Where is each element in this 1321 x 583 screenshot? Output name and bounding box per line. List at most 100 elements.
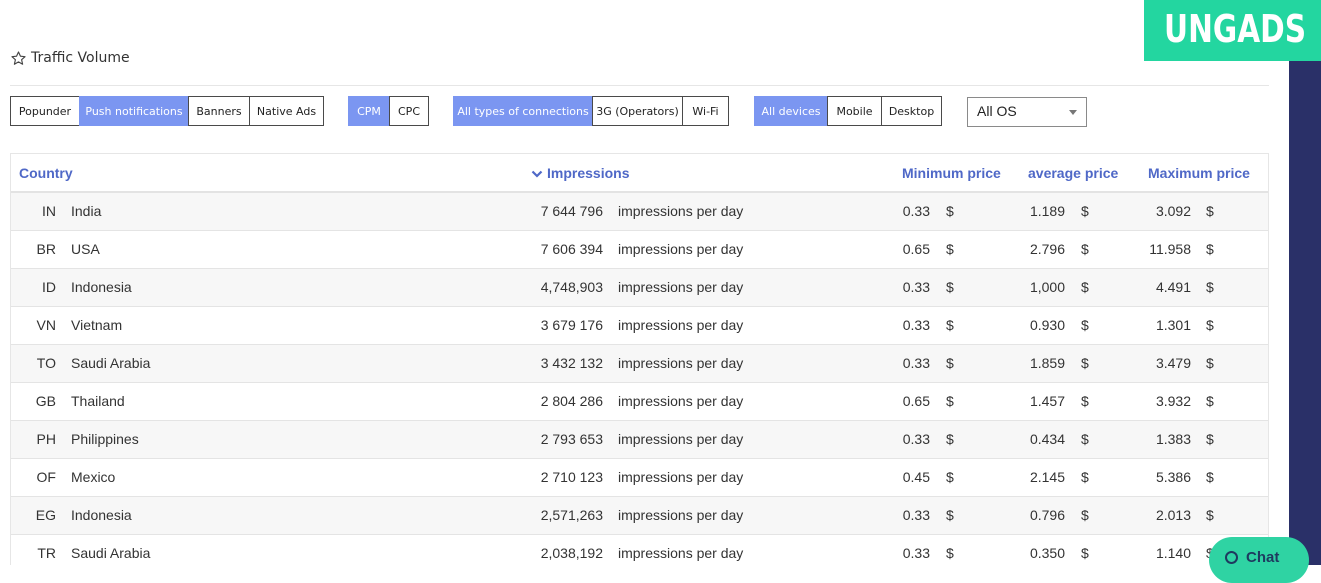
table-body: IN India 7 644 796 impressions per day 0.33 $… — [11, 193, 1268, 565]
avg-price: 0.796 — [1029, 507, 1065, 523]
min-price-currency: $ — [946, 355, 954, 371]
min-price: 0.33 — [902, 431, 930, 447]
filter-push-notifications-button[interactable]: Push notifications — [79, 96, 189, 126]
country-code: PH — [36, 431, 56, 447]
min-price-currency: $ — [946, 241, 954, 257]
country-name: Saudi Arabia — [71, 355, 151, 371]
impressions-unit: impressions per day — [618, 545, 744, 561]
table-header: Country Impressions Minimum price averag… — [11, 154, 1268, 193]
impressions-unit: impressions per day — [618, 317, 744, 333]
filter-cpm-button[interactable]: CPM — [348, 96, 390, 126]
column-header-country[interactable]: Country — [19, 165, 73, 181]
max-price: 11.958 — [1149, 241, 1191, 257]
filter-desktop-button[interactable]: Desktop — [881, 96, 942, 126]
column-header-max-price[interactable]: Maximum price — [1148, 165, 1250, 181]
avg-price-currency: $ — [1081, 393, 1089, 409]
avg-price-currency: $ — [1081, 355, 1089, 371]
filter-all-devices-button[interactable]: All devices — [754, 96, 828, 126]
table-row[interactable]: TO Saudi Arabia 3 432 132 impressions per d… — [11, 345, 1268, 383]
impressions-value: 2 793 653 — [540, 431, 603, 447]
table-row[interactable]: BR USA 7 606 394 impressions per day 0.65 $2.… — [11, 231, 1268, 269]
max-price-currency: $ — [1206, 507, 1214, 523]
country-code: TO — [36, 355, 56, 371]
min-price-currency: $ — [946, 507, 954, 523]
country-code: VN — [36, 317, 56, 333]
avg-price-currency: $ — [1081, 545, 1089, 561]
page-title-text: Traffic Volume — [31, 50, 130, 66]
os-select[interactable]: All OS — [967, 97, 1087, 127]
min-price: 0.33 — [902, 317, 930, 333]
impressions-value: 2,571,263 — [540, 507, 603, 523]
table-row[interactable]: TR Saudi Arabia 2,038,192 impressions per d… — [11, 535, 1268, 565]
max-price-currency: $ — [1206, 279, 1214, 295]
max-price-currency: $ — [1206, 355, 1214, 371]
avg-price: 0.350 — [1029, 545, 1065, 561]
filter-mobile-button[interactable]: Mobile — [827, 96, 882, 126]
max-price: 2.013 — [1155, 507, 1191, 523]
impressions-unit: impressions per day — [618, 507, 744, 523]
avg-price: 1.457 — [1029, 393, 1065, 409]
column-header-avg-price[interactable]: average price — [1028, 165, 1118, 181]
table-row[interactable]: PH Philippines 2 793 653 impressions per da… — [11, 421, 1268, 459]
max-price-currency: $ — [1206, 317, 1214, 333]
min-price-currency: $ — [946, 317, 954, 333]
column-header-min-price[interactable]: Minimum price — [902, 165, 1001, 181]
table-row[interactable]: IN India 7 644 796 impressions per day 0.33 $… — [11, 193, 1268, 231]
table-row[interactable]: GB Thailand 2 804 286 impressions per day 0.… — [11, 383, 1268, 421]
max-price: 3.092 — [1155, 203, 1191, 219]
impressions-value: 3 679 176 — [540, 317, 603, 333]
avg-price-currency: $ — [1081, 431, 1089, 447]
impressions-value: 4,748,903 — [540, 279, 603, 295]
chat-bubble-icon — [1225, 551, 1238, 564]
country-name: Philippines — [71, 431, 139, 447]
country-code: BR — [36, 241, 56, 257]
filter-wifi-button[interactable]: Wi-Fi — [682, 96, 729, 126]
avg-price: 0.930 — [1029, 317, 1065, 333]
avg-price: 0.434 — [1029, 431, 1065, 447]
star-outline-icon[interactable] — [10, 50, 27, 67]
country-code: TR — [37, 545, 56, 561]
column-header-impressions-label: Impressions — [547, 165, 630, 181]
impressions-value: 3 432 132 — [540, 355, 603, 371]
ad-format-toggle: Popunder Push notifications Banners Nati… — [10, 96, 324, 126]
country-name: Saudi Arabia — [71, 545, 151, 561]
ungads-logo[interactable]: UNGADS — [1144, 0, 1321, 61]
caret-down-icon — [1069, 110, 1077, 115]
avg-price-currency: $ — [1081, 241, 1089, 257]
chevron-down-icon — [531, 171, 543, 178]
connection-type-toggle: All types of connections 3G (Operators) … — [453, 96, 729, 126]
min-price-currency: $ — [946, 545, 954, 561]
table-row[interactable]: OF Mexico 2 710 123 impressions per day 0.45… — [11, 459, 1268, 497]
column-header-impressions[interactable]: Impressions — [531, 165, 629, 181]
filter-native-ads-button[interactable]: Native Ads — [249, 96, 324, 126]
filter-popunder-button[interactable]: Popunder — [10, 96, 80, 126]
impressions-unit: impressions per day — [618, 279, 744, 295]
filter-3g-operators-button[interactable]: 3G (Operators) — [592, 96, 683, 126]
table-row[interactable]: VN Vietnam 3 679 176 impressions per day 0.3… — [11, 307, 1268, 345]
max-price-currency: $ — [1206, 469, 1214, 485]
min-price: 0.65 — [902, 241, 930, 257]
max-price: 1.301 — [1155, 317, 1191, 333]
table-row[interactable]: ID Indonesia 4,748,903 impressions per day 0… — [11, 269, 1268, 307]
filter-cpc-button[interactable]: CPC — [389, 96, 429, 126]
min-price: 0.33 — [902, 355, 930, 371]
avg-price-currency: $ — [1081, 279, 1089, 295]
country-name: India — [71, 203, 102, 219]
impressions-unit: impressions per day — [618, 203, 744, 219]
country-code: EG — [35, 507, 56, 523]
country-code: IN — [42, 203, 56, 219]
filter-banners-button[interactable]: Banners — [188, 96, 250, 126]
impressions-value: 2,038,192 — [540, 545, 603, 561]
max-price: 1.383 — [1155, 431, 1191, 447]
avg-price-currency: $ — [1081, 469, 1089, 485]
impressions-unit: impressions per day — [618, 431, 744, 447]
min-price-currency: $ — [946, 203, 954, 219]
table-row[interactable]: EG Indonesia 2,571,263 impressions per day 0… — [11, 497, 1268, 535]
impressions-value: 7 644 796 — [540, 203, 603, 219]
filter-all-connections-button[interactable]: All types of connections — [453, 96, 593, 126]
chat-button[interactable]: Chat — [1209, 537, 1309, 583]
min-price: 0.65 — [902, 393, 930, 409]
avg-price-currency: $ — [1081, 317, 1089, 333]
impressions-unit: impressions per day — [618, 469, 744, 485]
pricing-model-toggle: CPM CPC — [348, 96, 429, 126]
